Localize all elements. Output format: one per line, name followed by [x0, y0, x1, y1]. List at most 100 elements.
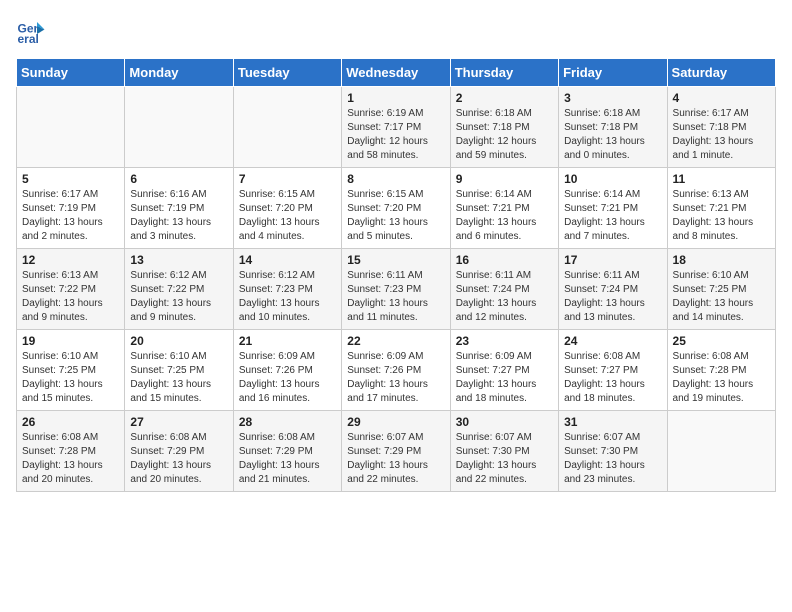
day-info: Sunrise: 6:07 AM Sunset: 7:30 PM Dayligh…	[456, 431, 553, 487]
day-number: 1	[347, 91, 444, 105]
day-number: 12	[22, 253, 119, 267]
column-header-saturday: Saturday	[667, 59, 775, 87]
day-number: 19	[22, 334, 119, 348]
calendar-cell: 27 Sunrise: 6:08 AM Sunset: 7:29 PM Dayli…	[125, 411, 233, 492]
calendar-cell: 17 Sunrise: 6:11 AM Sunset: 7:24 PM Dayli…	[559, 249, 667, 330]
day-info: Sunrise: 6:09 AM Sunset: 7:27 PM Dayligh…	[456, 350, 553, 406]
day-info: Sunrise: 6:14 AM Sunset: 7:21 PM Dayligh…	[564, 188, 661, 244]
day-info: Sunrise: 6:13 AM Sunset: 7:22 PM Dayligh…	[22, 269, 119, 325]
day-info: Sunrise: 6:12 AM Sunset: 7:23 PM Dayligh…	[239, 269, 336, 325]
day-number: 5	[22, 172, 119, 186]
day-info: Sunrise: 6:15 AM Sunset: 7:20 PM Dayligh…	[347, 188, 444, 244]
logo: Gen eral	[16, 16, 48, 46]
calendar-cell: 16 Sunrise: 6:11 AM Sunset: 7:24 PM Dayli…	[450, 249, 558, 330]
calendar-cell	[125, 87, 233, 168]
calendar-cell: 23Sunrise: 6:09 AM Sunset: 7:27 PM Dayli…	[450, 330, 558, 411]
column-header-friday: Friday	[559, 59, 667, 87]
day-number: 21	[239, 334, 336, 348]
calendar-cell: 25 Sunrise: 6:08 AM Sunset: 7:28 PM Dayli…	[667, 330, 775, 411]
day-info: Sunrise: 6:13 AM Sunset: 7:21 PM Dayligh…	[673, 188, 770, 244]
day-info: Sunrise: 6:11 AM Sunset: 7:24 PM Dayligh…	[456, 269, 553, 325]
day-number: 13	[130, 253, 227, 267]
calendar-cell	[667, 411, 775, 492]
calendar-cell: 3Sunrise: 6:18 AM Sunset: 7:18 PM Daylig…	[559, 87, 667, 168]
day-info: Sunrise: 6:10 AM Sunset: 7:25 PM Dayligh…	[130, 350, 227, 406]
calendar-cell: 7 Sunrise: 6:15 AM Sunset: 7:20 PM Daylig…	[233, 168, 341, 249]
calendar-cell: 13 Sunrise: 6:12 AM Sunset: 7:22 PM Dayli…	[125, 249, 233, 330]
column-header-wednesday: Wednesday	[342, 59, 450, 87]
column-header-monday: Monday	[125, 59, 233, 87]
calendar-table: SundayMondayTuesdayWednesdayThursdayFrid…	[16, 58, 776, 492]
day-number: 8	[347, 172, 444, 186]
calendar-week-row: 5 Sunrise: 6:17 AM Sunset: 7:19 PM Daylig…	[17, 168, 776, 249]
day-info: Sunrise: 6:18 AM Sunset: 7:18 PM Dayligh…	[456, 107, 553, 163]
calendar-header-row: SundayMondayTuesdayWednesdayThursdayFrid…	[17, 59, 776, 87]
day-number: 28	[239, 415, 336, 429]
day-number: 2	[456, 91, 553, 105]
day-number: 24	[564, 334, 661, 348]
day-info: Sunrise: 6:11 AM Sunset: 7:23 PM Dayligh…	[347, 269, 444, 325]
day-number: 10	[564, 172, 661, 186]
day-info: Sunrise: 6:11 AM Sunset: 7:24 PM Dayligh…	[564, 269, 661, 325]
day-number: 3	[564, 91, 661, 105]
day-info: Sunrise: 6:14 AM Sunset: 7:21 PM Dayligh…	[456, 188, 553, 244]
calendar-cell: 21 Sunrise: 6:09 AM Sunset: 7:26 PM Dayli…	[233, 330, 341, 411]
day-number: 16	[456, 253, 553, 267]
day-info: Sunrise: 6:17 AM Sunset: 7:18 PM Dayligh…	[673, 107, 770, 163]
day-info: Sunrise: 6:10 AM Sunset: 7:25 PM Dayligh…	[22, 350, 119, 406]
column-header-tuesday: Tuesday	[233, 59, 341, 87]
day-info: Sunrise: 6:10 AM Sunset: 7:25 PM Dayligh…	[673, 269, 770, 325]
page-header: Gen eral	[16, 16, 776, 46]
day-info: Sunrise: 6:08 AM Sunset: 7:27 PM Dayligh…	[564, 350, 661, 406]
calendar-cell: 2 Sunrise: 6:18 AM Sunset: 7:18 PM Daylig…	[450, 87, 558, 168]
day-info: Sunrise: 6:19 AM Sunset: 7:17 PM Dayligh…	[347, 107, 444, 163]
day-number: 20	[130, 334, 227, 348]
day-info: Sunrise: 6:17 AM Sunset: 7:19 PM Dayligh…	[22, 188, 119, 244]
calendar-cell: 18Sunrise: 6:10 AM Sunset: 7:25 PM Dayli…	[667, 249, 775, 330]
day-info: Sunrise: 6:15 AM Sunset: 7:20 PM Dayligh…	[239, 188, 336, 244]
calendar-cell: 28 Sunrise: 6:08 AM Sunset: 7:29 PM Dayli…	[233, 411, 341, 492]
day-number: 17	[564, 253, 661, 267]
day-info: Sunrise: 6:16 AM Sunset: 7:19 PM Dayligh…	[130, 188, 227, 244]
day-number: 25	[673, 334, 770, 348]
column-header-sunday: Sunday	[17, 59, 125, 87]
calendar-cell: 30 Sunrise: 6:07 AM Sunset: 7:30 PM Dayli…	[450, 411, 558, 492]
calendar-cell: 19 Sunrise: 6:10 AM Sunset: 7:25 PM Dayli…	[17, 330, 125, 411]
day-info: Sunrise: 6:09 AM Sunset: 7:26 PM Dayligh…	[347, 350, 444, 406]
day-number: 6	[130, 172, 227, 186]
calendar-cell: 26Sunrise: 6:08 AM Sunset: 7:28 PM Dayli…	[17, 411, 125, 492]
svg-text:eral: eral	[18, 32, 39, 46]
day-number: 4	[673, 91, 770, 105]
calendar-week-row: 19 Sunrise: 6:10 AM Sunset: 7:25 PM Dayli…	[17, 330, 776, 411]
day-info: Sunrise: 6:09 AM Sunset: 7:26 PM Dayligh…	[239, 350, 336, 406]
calendar-cell: 31 Sunrise: 6:07 AM Sunset: 7:30 PM Dayli…	[559, 411, 667, 492]
calendar-cell	[233, 87, 341, 168]
day-info: Sunrise: 6:07 AM Sunset: 7:30 PM Dayligh…	[564, 431, 661, 487]
day-number: 15	[347, 253, 444, 267]
calendar-week-row: 26Sunrise: 6:08 AM Sunset: 7:28 PM Dayli…	[17, 411, 776, 492]
calendar-cell: 4 Sunrise: 6:17 AM Sunset: 7:18 PM Daylig…	[667, 87, 775, 168]
calendar-cell: 10 Sunrise: 6:14 AM Sunset: 7:21 PM Dayli…	[559, 168, 667, 249]
day-number: 7	[239, 172, 336, 186]
day-number: 31	[564, 415, 661, 429]
calendar-cell: 24 Sunrise: 6:08 AM Sunset: 7:27 PM Dayli…	[559, 330, 667, 411]
day-number: 9	[456, 172, 553, 186]
calendar-cell	[17, 87, 125, 168]
calendar-cell: 14 Sunrise: 6:12 AM Sunset: 7:23 PM Dayli…	[233, 249, 341, 330]
day-info: Sunrise: 6:12 AM Sunset: 7:22 PM Dayligh…	[130, 269, 227, 325]
column-header-thursday: Thursday	[450, 59, 558, 87]
day-number: 27	[130, 415, 227, 429]
day-info: Sunrise: 6:08 AM Sunset: 7:28 PM Dayligh…	[673, 350, 770, 406]
day-number: 26	[22, 415, 119, 429]
day-number: 30	[456, 415, 553, 429]
calendar-week-row: 1 Sunrise: 6:19 AM Sunset: 7:17 PM Daylig…	[17, 87, 776, 168]
logo-icon: Gen eral	[16, 16, 46, 46]
calendar-cell: 9 Sunrise: 6:14 AM Sunset: 7:21 PM Daylig…	[450, 168, 558, 249]
calendar-cell: 15 Sunrise: 6:11 AM Sunset: 7:23 PM Dayli…	[342, 249, 450, 330]
day-number: 14	[239, 253, 336, 267]
day-info: Sunrise: 6:08 AM Sunset: 7:29 PM Dayligh…	[130, 431, 227, 487]
day-info: Sunrise: 6:08 AM Sunset: 7:29 PM Dayligh…	[239, 431, 336, 487]
calendar-cell: 29Sunrise: 6:07 AM Sunset: 7:29 PM Dayli…	[342, 411, 450, 492]
day-info: Sunrise: 6:07 AM Sunset: 7:29 PM Dayligh…	[347, 431, 444, 487]
calendar-cell: 1 Sunrise: 6:19 AM Sunset: 7:17 PM Daylig…	[342, 87, 450, 168]
